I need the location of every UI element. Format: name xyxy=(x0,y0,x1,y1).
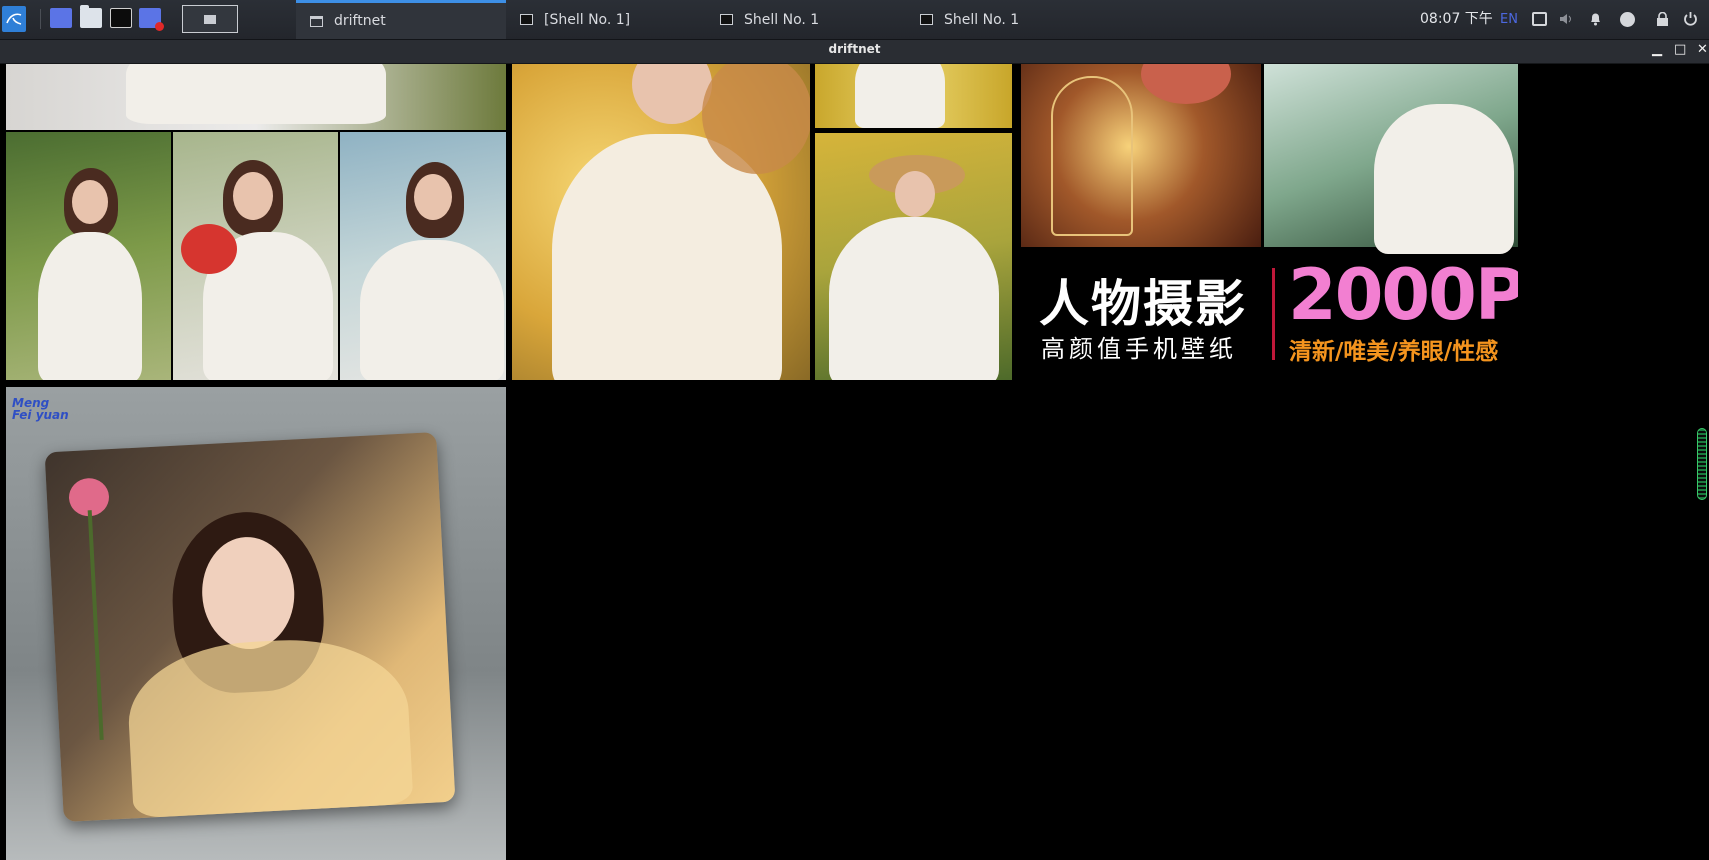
update-icon[interactable] xyxy=(1620,12,1635,27)
task-label: Shell No. 1 xyxy=(744,11,820,28)
side-activity-indicator[interactable] xyxy=(1697,428,1707,500)
top-panel: driftnet [Shell No. 1] Shell No. 1 Shell… xyxy=(0,0,1709,40)
terminal-window-icon xyxy=(720,14,733,25)
captured-image-yellow-flowers-strip xyxy=(815,64,1012,128)
banner-count: 2000P xyxy=(1288,254,1518,336)
captured-image-collage-top-strip xyxy=(6,64,506,130)
close-button[interactable]: ✕ xyxy=(1697,42,1708,57)
banner-tags: 清新/唯美/养眼/性感 xyxy=(1289,339,1499,365)
captured-image-hat-girl xyxy=(815,133,1012,380)
window-titlebar[interactable]: driftnet ▁ □ ✕ xyxy=(0,40,1709,64)
banner-subtitle: 高颜值手机壁纸 xyxy=(1041,335,1237,363)
notification-bell-icon[interactable] xyxy=(1588,12,1603,26)
display-icon[interactable] xyxy=(1532,12,1547,26)
volume-icon[interactable] xyxy=(1559,12,1574,26)
task-shell-1-b[interactable]: Shell No. 1 xyxy=(906,0,1106,39)
file-manager-icon[interactable] xyxy=(80,5,102,28)
screen-recorder-icon[interactable] xyxy=(139,8,164,31)
window-title: driftnet xyxy=(828,42,881,56)
banner-divider xyxy=(1272,268,1275,360)
captured-image-portrait-1 xyxy=(6,132,171,380)
task-shell-1-a[interactable]: Shell No. 1 xyxy=(706,0,906,39)
clock[interactable]: 08:07 下午 xyxy=(1420,0,1493,39)
terminal-icon[interactable] xyxy=(110,8,132,28)
minimize-button[interactable]: ▁ xyxy=(1652,42,1662,57)
panel-separator xyxy=(40,9,41,29)
captured-image-banner: 人物摄影 高颜值手机壁纸 2000P 清新/唯美/养眼/性感 xyxy=(1021,64,1518,380)
window-icon xyxy=(310,15,323,27)
pillow-print xyxy=(44,431,456,823)
power-icon[interactable] xyxy=(1683,12,1698,26)
show-desktop-icon[interactable] xyxy=(50,8,72,28)
kali-dragon-icon xyxy=(6,13,22,25)
task-driftnet[interactable]: driftnet xyxy=(296,0,506,39)
task-shell-1-bracketed[interactable]: [Shell No. 1] xyxy=(506,0,706,39)
lock-icon[interactable] xyxy=(1655,12,1670,26)
banner-title: 人物摄影 xyxy=(1039,275,1247,333)
candle-photo xyxy=(1021,64,1261,247)
workspace-switcher[interactable] xyxy=(182,5,238,33)
terminal-window-icon xyxy=(920,14,933,25)
task-label: Shell No. 1 xyxy=(944,11,1020,28)
task-label: [Shell No. 1] xyxy=(544,11,631,28)
daisy-photo xyxy=(1264,64,1518,254)
captured-image-portrait-3 xyxy=(340,132,506,380)
captured-image-pillow: Meng Fei yuan xyxy=(6,387,506,860)
input-method-indicator[interactable]: EN xyxy=(1500,0,1518,39)
maximize-button[interactable]: □ xyxy=(1674,42,1686,57)
captured-image-yellow-flowers-main xyxy=(512,64,810,380)
task-label: driftnet xyxy=(334,13,386,29)
captured-image-portrait-2 xyxy=(173,132,338,380)
shop-logo: Meng Fei yuan xyxy=(12,396,69,422)
kali-menu-icon[interactable] xyxy=(2,6,26,32)
terminal-window-icon xyxy=(520,14,533,25)
